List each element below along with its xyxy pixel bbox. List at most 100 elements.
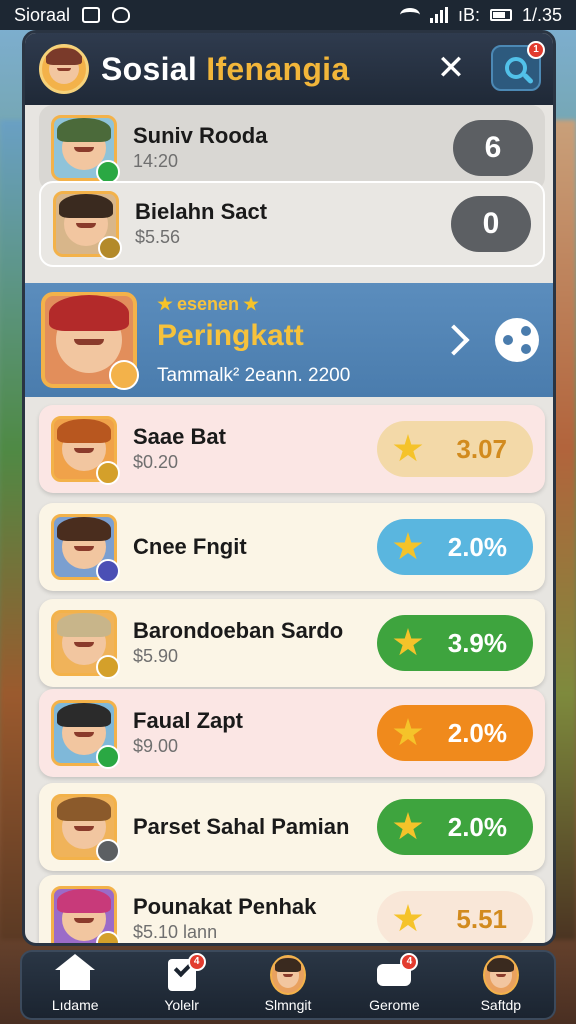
avatar-icon (270, 955, 307, 995)
star-icon (243, 296, 259, 311)
rank-badge-icon (96, 461, 120, 485)
panel-header: Sosial Ifenangia ✕ 1 (25, 33, 553, 105)
score-value: 2.0% (447, 811, 507, 842)
nav-item-5[interactable]: Saftdp (448, 952, 554, 1018)
score-pill[interactable]: 2.0% (377, 519, 533, 575)
score-value: 5.51 (456, 903, 507, 934)
player-name: Saae Bat (133, 424, 226, 449)
score-value: 2.0% (447, 717, 507, 748)
player-name: Pounakat Penhak (133, 894, 317, 919)
page-title: Sosial Ifenangia (101, 50, 350, 87)
leaderboard-row[interactable]: Cnee Fngit 2.0% (39, 503, 545, 591)
player-avatar (51, 610, 120, 679)
score-pill[interactable]: 3.9% (377, 615, 533, 671)
star-icon (393, 434, 423, 462)
friend-avatar (53, 191, 122, 260)
player-name: Faual Zapt (133, 708, 244, 733)
player-name: Parset Sahal Pamian (133, 814, 350, 839)
player-avatar (51, 416, 120, 485)
wifi-icon (399, 8, 420, 22)
star-icon (157, 296, 173, 311)
star-icon (393, 904, 423, 932)
nav-label: Yolelr (164, 997, 199, 1013)
search-button[interactable]: 1 (491, 41, 545, 91)
count-badge[interactable]: 0 (451, 196, 531, 252)
nav-label: Lıdame (51, 997, 99, 1013)
leaderboard-row[interactable]: Saae Bat $0.20 3.07 (39, 405, 545, 493)
notification-icon (82, 7, 101, 23)
nav-item-4[interactable]: 4 Gerome (341, 952, 447, 1018)
status-badge-icon (98, 236, 122, 260)
leaderboard-row[interactable]: Pounakat Penhak $5.10 lann 5.51 (39, 875, 545, 943)
signal-icon (429, 7, 448, 23)
player-avatar (51, 794, 120, 863)
rank-badge-icon (96, 655, 120, 679)
leaderboard-row[interactable]: Barondoeban Sardo $5.90 3.9% (39, 599, 545, 687)
battery-icon (489, 9, 512, 21)
game-icon: 4 (376, 953, 419, 993)
featured-title: Peringkatt (157, 318, 304, 352)
score-value: 2.0% (447, 531, 507, 562)
bottom-navigation: Lıdame 4 Yolelr Slmngit 4 Gerome Saftdp (20, 950, 556, 1020)
score-value: 3.07 (456, 433, 507, 464)
status-indicator: ıB: (457, 4, 480, 25)
clock: 1/.35 (521, 4, 562, 25)
nav-item-3[interactable]: Slmngit (235, 952, 341, 1018)
player-name: Cnee Fngit (133, 534, 247, 559)
friend-name: Bielahn Sact (135, 199, 268, 224)
player-name: Barondoeban Sardo (133, 618, 344, 643)
featured-subtitle: Tammalk² 2eann. 2200 (157, 364, 351, 386)
close-button[interactable]: ✕ (433, 51, 469, 87)
count-badge[interactable]: 6 (453, 120, 533, 176)
featured-avatar (41, 292, 139, 390)
leaderboard-row[interactable]: Parset Sahal Pamian 2.0% (39, 783, 545, 871)
score-value: 3.9% (447, 627, 507, 658)
score-pill[interactable]: 2.0% (377, 799, 533, 855)
featured-ranking-card[interactable]: esenen Peringkatt Tammalk² 2eann. 2200 (25, 283, 553, 397)
rank-badge-icon (96, 931, 120, 943)
nav-label: Gerome (369, 997, 420, 1013)
player-sub: $9.00 (133, 736, 179, 756)
social-panel: Sosial Ifenangia ✕ 1 Suniv Rooda 14:20 6… (22, 30, 556, 946)
player-avatar (51, 886, 120, 943)
search-badge: 1 (527, 41, 545, 59)
featured-tag: esenen (157, 294, 443, 315)
nav-label: Slmngit (264, 997, 312, 1013)
search-icon (505, 57, 527, 79)
chevron-right-icon[interactable] (438, 324, 470, 356)
rank-badge-icon (96, 559, 120, 583)
document-icon: 4 (164, 953, 206, 993)
player-sub: $5.90 (133, 646, 179, 666)
star-icon (393, 628, 423, 656)
friend-avatar (51, 115, 120, 184)
user-avatar[interactable] (39, 44, 89, 94)
rank-badge-icon (96, 745, 120, 769)
nav-label: Saftdp (480, 997, 522, 1013)
share-icon[interactable] (495, 318, 539, 362)
score-pill[interactable]: 2.0% (377, 705, 533, 761)
star-icon (393, 812, 423, 840)
friend-row[interactable]: Bielahn Sact $5.56 0 (39, 181, 545, 267)
friend-sub: 14:20 (133, 151, 179, 171)
featured-badge-icon (109, 360, 139, 390)
friend-sub: $5.56 (135, 227, 181, 247)
shield-icon (112, 7, 131, 23)
leaderboard-row[interactable]: Faual Zapt $9.00 2.0% (39, 689, 545, 777)
carrier-label: Sioraal (14, 4, 71, 25)
score-pill[interactable]: 3.07 (377, 421, 533, 477)
score-pill[interactable]: 5.51 (377, 891, 533, 943)
nav-item-1[interactable]: Lıdame (22, 952, 128, 1018)
friend-name: Suniv Rooda (133, 123, 268, 148)
star-icon (393, 532, 423, 560)
home-icon (55, 954, 96, 993)
nav-item-2[interactable]: 4 Yolelr (128, 952, 234, 1018)
star-icon (393, 718, 423, 746)
nav-badge: 4 (400, 953, 419, 971)
rank-badge-icon (96, 839, 120, 863)
player-avatar (51, 700, 120, 769)
friend-row[interactable]: Suniv Rooda 14:20 6 (39, 105, 545, 191)
nav-badge: 4 (187, 953, 206, 971)
status-bar: Sioraal ıB: 1/.35 (0, 0, 576, 30)
player-sub: $0.20 (133, 452, 179, 472)
profile-icon (482, 955, 519, 995)
